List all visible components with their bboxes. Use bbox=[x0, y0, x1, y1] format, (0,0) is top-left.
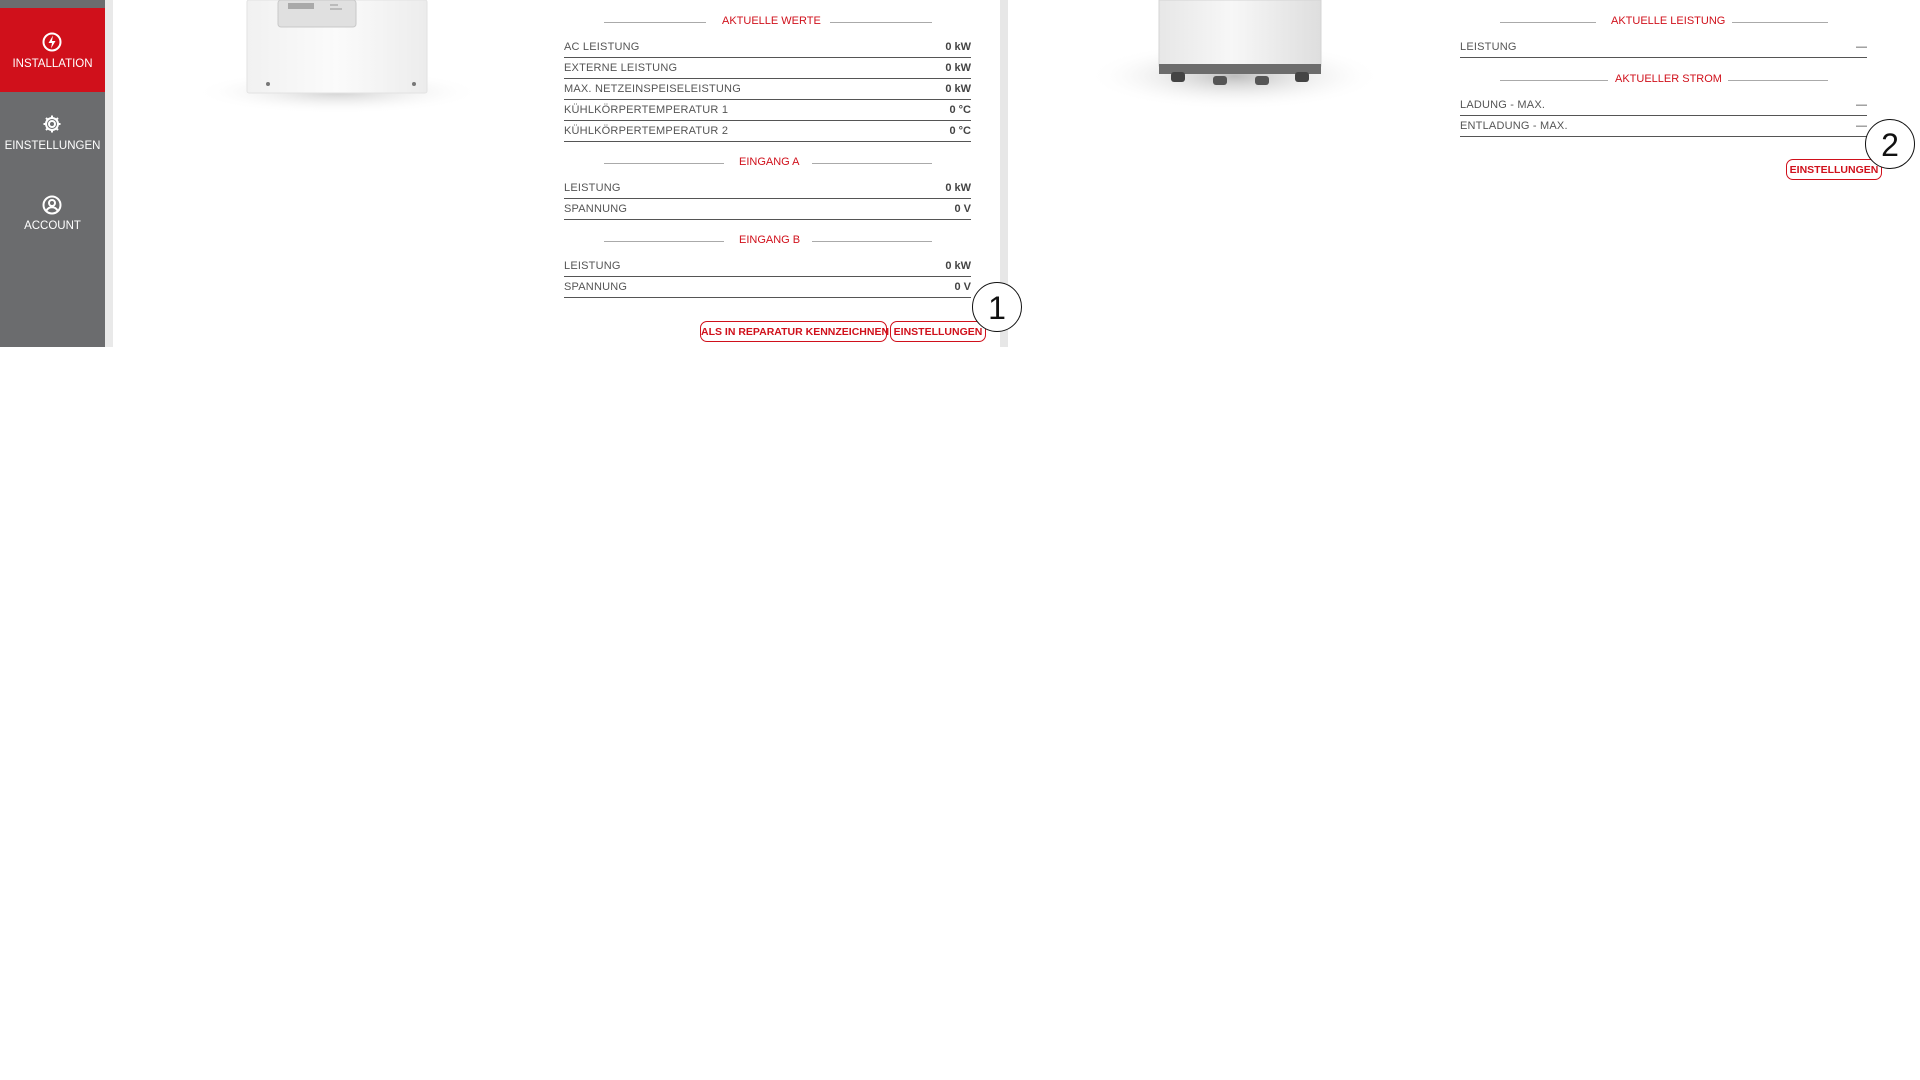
section-title-input-a: EINGANG A bbox=[604, 156, 932, 170]
value-row: KÜHLKÖRPERTEMPERATUR 2 0 °C bbox=[564, 121, 971, 142]
user-circle-icon bbox=[42, 195, 62, 215]
value-row: LEISTUNG — bbox=[1460, 37, 1867, 58]
gear-icon bbox=[42, 114, 62, 134]
value-row: LEISTUNG 0 kW bbox=[564, 178, 971, 199]
section-title-input-b: EINGANG B bbox=[604, 234, 932, 248]
sidebar-item-einstellungen[interactable]: EINSTELLUNGEN bbox=[0, 92, 105, 176]
sidebar-item-label: EINSTELLUNGEN bbox=[4, 140, 101, 152]
section-title-current-power: AKTUELLE LEISTUNG bbox=[1500, 15, 1828, 29]
value-row: LEISTUNG 0 kW bbox=[564, 256, 971, 277]
battery-image bbox=[1087, 0, 1383, 110]
value-row: ENTLADUNG - MAX. — bbox=[1460, 116, 1867, 137]
battery-settings-button[interactable]: EINSTELLUNGEN bbox=[1786, 159, 1882, 180]
value-row: SPANNUNG 0 V bbox=[564, 199, 971, 220]
callout-marker-2: 2 bbox=[1865, 119, 1915, 169]
inverter-settings-button[interactable]: EINSTELLUNGEN bbox=[890, 321, 986, 342]
value-row: SPANNUNG 0 V bbox=[564, 277, 971, 298]
sidebar-item-label: ACCOUNT bbox=[24, 220, 81, 232]
sidebar-item-label: INSTALLATION bbox=[12, 58, 93, 70]
section-title-current-values: AKTUELLE WERTE bbox=[604, 15, 932, 29]
section-title-current: AKTUELLER STROM bbox=[1500, 73, 1828, 87]
sidebar-item-account[interactable]: ACCOUNT bbox=[0, 176, 105, 260]
mark-as-repair-button[interactable]: ALS IN REPARATUR KENNZEICHNEN bbox=[700, 321, 889, 342]
sidebar: INSTALLATION EINSTELLUNGEN ACCOUNT bbox=[0, 0, 105, 347]
sidebar-divider bbox=[105, 0, 113, 347]
lightning-icon bbox=[42, 32, 62, 52]
value-row: EXTERNE LEISTUNG 0 kW bbox=[564, 58, 971, 79]
value-row: LADUNG - MAX. — bbox=[1460, 95, 1867, 116]
sidebar-item-installation[interactable]: INSTALLATION bbox=[0, 8, 105, 92]
inverter-image bbox=[190, 0, 486, 125]
callout-marker-1: 1 bbox=[972, 282, 1022, 332]
value-row: MAX. NETZEINSPEISELEISTUNG 0 kW bbox=[564, 79, 971, 100]
value-row: AC LEISTUNG 0 kW bbox=[564, 37, 971, 58]
value-row: KÜHLKÖRPERTEMPERATUR 1 0 °C bbox=[564, 100, 971, 121]
